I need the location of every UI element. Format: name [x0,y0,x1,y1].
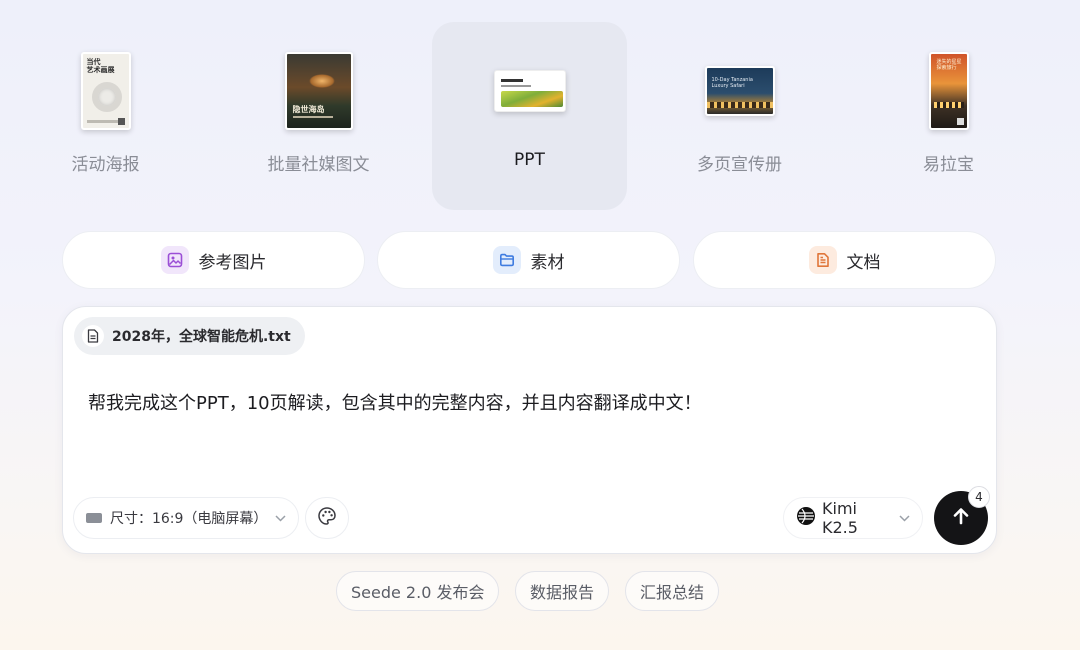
document-button[interactable]: 文档 [693,231,996,289]
chevron-down-icon [899,512,910,525]
material-button[interactable]: 素材 [377,231,680,289]
model-select[interactable]: Kimi K2.5 [783,497,923,539]
model-name: Kimi K2.5 [822,499,858,537]
template-card-rollup-banner[interactable]: 迷失的星星 探索旅行 易拉宝 [851,22,1046,210]
file-icon [82,325,104,347]
screen-icon [86,513,102,523]
social-thumbnail: 隐世海岛 [284,52,353,130]
poster-title-text: 当代 艺术画展 [86,58,115,74]
material-label: 素材 [530,252,565,273]
suggestion-chip[interactable]: Seede 2.0 发布会 [336,571,500,611]
reference-image-button[interactable]: 参考图片 [62,231,365,289]
suggestion-chip[interactable]: 数据报告 [515,571,610,611]
template-label: PPT [514,150,545,170]
template-label: 多页宣传册 [697,155,782,175]
template-card-brochure[interactable]: 10-Day Tanzania Luxury Safari 多页宣传册 [642,22,837,210]
template-card-ppt[interactable]: PPT [432,22,627,210]
template-card-event-poster[interactable]: 当代 艺术画展 活动海报 [8,22,203,210]
rollup-thumbnail: 迷失的星星 探索旅行 [928,52,969,130]
chevron-down-icon [275,512,286,525]
social-thumb-title: 隐世海岛 [292,105,325,114]
ppt-thumbnail [493,70,566,112]
attached-file-name: 2028年，全球智能危机.txt [112,329,291,345]
brochure-thumb-title: 10-Day Tanzania Luxury Safari [711,77,753,89]
prompt-input[interactable]: 帮我完成这个PPT，10页解读，包含其中的完整内容，并且内容翻译成中文！ [88,389,702,415]
folder-icon [492,246,521,274]
event-poster-thumbnail: 当代 艺术画展 [80,52,131,130]
credit-count-badge: 4 [968,486,990,508]
rollup-thumb-title: 迷失的星星 探索旅行 [936,59,962,71]
document-label: 文档 [846,252,881,273]
template-label: 活动海报 [71,155,140,175]
template-label: 批量社媒图文 [267,155,370,175]
aspect-ratio-label: 尺寸：16:9（电脑屏幕） [109,511,268,527]
arrow-up-icon [950,505,972,531]
template-label: 易拉宝 [923,155,974,175]
template-card-social-batch[interactable]: 隐世海岛 批量社媒图文 [221,22,416,210]
palette-icon [317,506,337,530]
suggestion-chip[interactable]: 汇报总结 [625,571,720,611]
kimi-logo-icon [796,506,816,530]
attached-file-chip[interactable]: 2028年，全球智能危机.txt [74,317,305,355]
image-icon [160,246,189,274]
template-selector: 当代 艺术画展 活动海报 隐世海岛 批量社媒图文 PPT 10-Day Tanza… [0,0,1080,220]
reference-image-label: 参考图片 [198,252,267,273]
style-palette-button[interactable] [305,497,349,539]
prompt-composer: 2028年，全球智能危机.txt 帮我完成这个PPT，10页解读，包含其中的完整… [62,306,997,554]
aspect-ratio-select[interactable]: 尺寸：16:9（电脑屏幕） [73,497,299,539]
document-icon [808,246,837,274]
brochure-thumbnail: 10-Day Tanzania Luxury Safari [704,66,775,116]
